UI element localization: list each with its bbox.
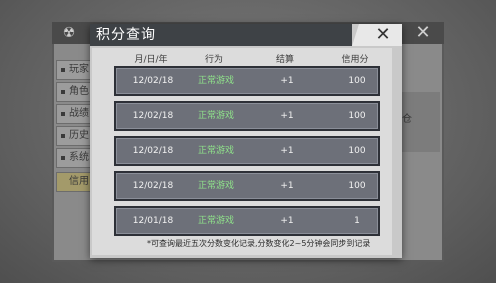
row-action: 正常游戏 [197, 181, 235, 191]
column-header-action: 行为 [204, 55, 224, 65]
row-credit: 100 [348, 146, 366, 156]
column-header-date: 月/日/年 [134, 55, 168, 65]
column-header-credit: 信用分 [341, 55, 369, 65]
row-settlement: +1 [280, 216, 294, 226]
background-right-label: 仓 [402, 114, 412, 125]
radiation-logo-icon: ☢ [62, 25, 76, 41]
table-row: 12/02/18 正常游戏 +1 100 [114, 171, 380, 201]
row-action: 正常游戏 [197, 76, 235, 86]
row-settlement: +1 [280, 76, 294, 86]
row-action: 正常游戏 [197, 111, 235, 121]
table-row: 12/02/18 正常游戏 +1 100 [114, 136, 380, 166]
table-row: 12/02/18 正常游戏 +1 100 [114, 66, 380, 96]
table-row: 12/01/18 正常游戏 +1 1 [114, 206, 380, 236]
row-settlement: +1 [280, 111, 294, 121]
row-settlement: +1 [280, 181, 294, 191]
close-icon[interactable]: ✕ [372, 24, 394, 46]
footer-note: *可查询最近五次分数变化记录,分数变化2~5分钟会同步到记录 [147, 239, 371, 248]
row-credit: 100 [348, 76, 366, 86]
row-settlement: +1 [280, 146, 294, 156]
column-header-settlement: 结算 [275, 55, 295, 65]
row-action: 正常游戏 [197, 216, 235, 226]
row-credit: 1 [354, 216, 360, 226]
row-date: 12/02/18 [132, 146, 174, 156]
dialog-title: 积分查询 [96, 27, 156, 43]
row-credit: 100 [348, 111, 366, 121]
row-date: 12/02/18 [132, 76, 174, 86]
row-date: 12/01/18 [132, 216, 174, 226]
row-credit: 100 [348, 181, 366, 191]
row-action: 正常游戏 [197, 146, 235, 156]
row-date: 12/02/18 [132, 111, 174, 121]
table-row: 12/02/18 正常游戏 +1 100 [114, 101, 380, 131]
background-close-icon: ✕ [415, 22, 431, 43]
row-date: 12/02/18 [132, 181, 174, 191]
